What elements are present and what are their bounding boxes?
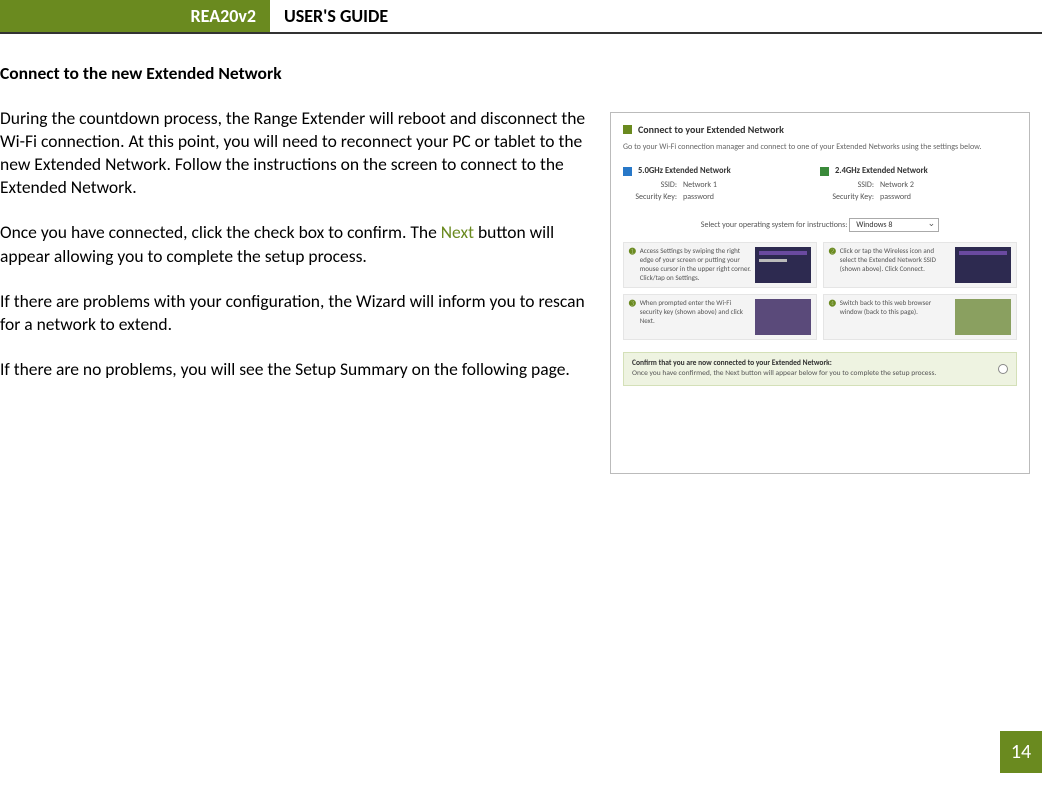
ss-subtitle: Go to your Wi-Fi connection manager and …: [611, 140, 1029, 162]
step-number-icon: ➋: [829, 247, 836, 283]
confirm-bold: Confirm that you are now connected to yo…: [632, 359, 832, 368]
step-number-icon: ➌: [629, 299, 636, 335]
key-label: Security Key:: [623, 192, 683, 202]
os-dropdown[interactable]: Windows 8: [849, 218, 939, 232]
step-thumbnail: [955, 299, 1011, 335]
confirm-plain: Once you have confirmed, the Next button…: [632, 369, 936, 378]
os-label: Select your operating system for instruc…: [701, 220, 848, 230]
page-number: 14: [1000, 731, 1042, 773]
network-24ghz: 2.4GHz Extended Network SSID:Network 2 S…: [820, 166, 1017, 204]
net5-key: password: [683, 192, 714, 202]
step-thumbnail: [755, 299, 811, 335]
net24-key: password: [880, 192, 911, 202]
square-icon: [623, 125, 632, 134]
confirm-radio[interactable]: [998, 364, 1008, 374]
ssid-label: SSID:: [820, 180, 880, 190]
step-thumbnail: [955, 247, 1011, 283]
step-3: ➌ When prompted enter the Wi-Fi security…: [623, 294, 817, 340]
net5-ssid: Network 1: [683, 180, 717, 190]
product-badge: REA20v2: [0, 0, 270, 32]
paragraph-1: During the countdown process, the Range …: [0, 107, 590, 199]
ssid-label: SSID:: [623, 180, 683, 190]
step-number-icon: ➊: [629, 247, 636, 283]
text-column: Connect to the new Extended Network Duri…: [0, 62, 610, 474]
section-heading: Connect to the new Extended Network: [0, 62, 590, 85]
network-row: 5.0GHz Extended Network SSID:Network 1 S…: [611, 162, 1029, 204]
net24-title: 2.4GHz Extended Network: [820, 166, 1017, 176]
page-number-value: 14: [1011, 740, 1031, 764]
square-icon: [820, 167, 829, 176]
content-area: Connect to the new Extended Network Duri…: [0, 34, 1042, 474]
next-keyword: Next: [441, 221, 474, 243]
confirm-bar: Confirm that you are now connected to yo…: [623, 352, 1017, 386]
confirm-text: Confirm that you are now connected to yo…: [632, 359, 990, 379]
net5-title-text: 5.0GHz Extended Network: [638, 166, 731, 176]
ss-header: Connect to your Extended Network: [611, 113, 1029, 140]
ss-title: Connect to your Extended Network: [638, 123, 784, 136]
paragraph-2: Once you have connected, click the check…: [0, 221, 590, 267]
step-thumbnail: [755, 247, 811, 283]
step-1: ➊ Access Settings by swiping the right e…: [623, 242, 817, 288]
guide-title-text: USER'S GUIDE: [284, 5, 388, 27]
step-3-text: When prompted enter the Wi-Fi security k…: [640, 299, 751, 335]
os-selector-row: Select your operating system for instruc…: [611, 204, 1029, 238]
step-2: ➋ Click or tap the Wireless icon and sel…: [823, 242, 1017, 288]
net24-title-text: 2.4GHz Extended Network: [835, 166, 928, 176]
network-5ghz: 5.0GHz Extended Network SSID:Network 1 S…: [623, 166, 820, 204]
page-header: REA20v2 USER'S GUIDE: [0, 0, 1042, 34]
p2-part-a: Once you have connected, click the check…: [0, 221, 441, 243]
step-4: ➍ Switch back to this web browser window…: [823, 294, 1017, 340]
step-2-text: Click or tap the Wireless icon and selec…: [840, 247, 951, 283]
product-name: REA20v2: [191, 5, 257, 27]
step-4-text: Switch back to this web browser window (…: [840, 299, 951, 335]
key-label: Security Key:: [820, 192, 880, 202]
embedded-screenshot: Connect to your Extended Network Go to y…: [610, 112, 1030, 474]
figure-column: Connect to your Extended Network Go to y…: [610, 62, 1030, 474]
os-value: Windows 8: [856, 220, 892, 230]
steps-grid: ➊ Access Settings by swiping the right e…: [611, 238, 1029, 348]
square-icon: [623, 167, 632, 176]
paragraph-3: If there are problems with your configur…: [0, 290, 590, 336]
step-1-text: Access Settings by swiping the right edg…: [640, 247, 751, 283]
guide-title: USER'S GUIDE: [270, 0, 388, 32]
net24-ssid: Network 2: [880, 180, 914, 190]
step-number-icon: ➍: [829, 299, 836, 335]
net5-title: 5.0GHz Extended Network: [623, 166, 820, 176]
paragraph-4: If there are no problems, you will see t…: [0, 358, 590, 381]
